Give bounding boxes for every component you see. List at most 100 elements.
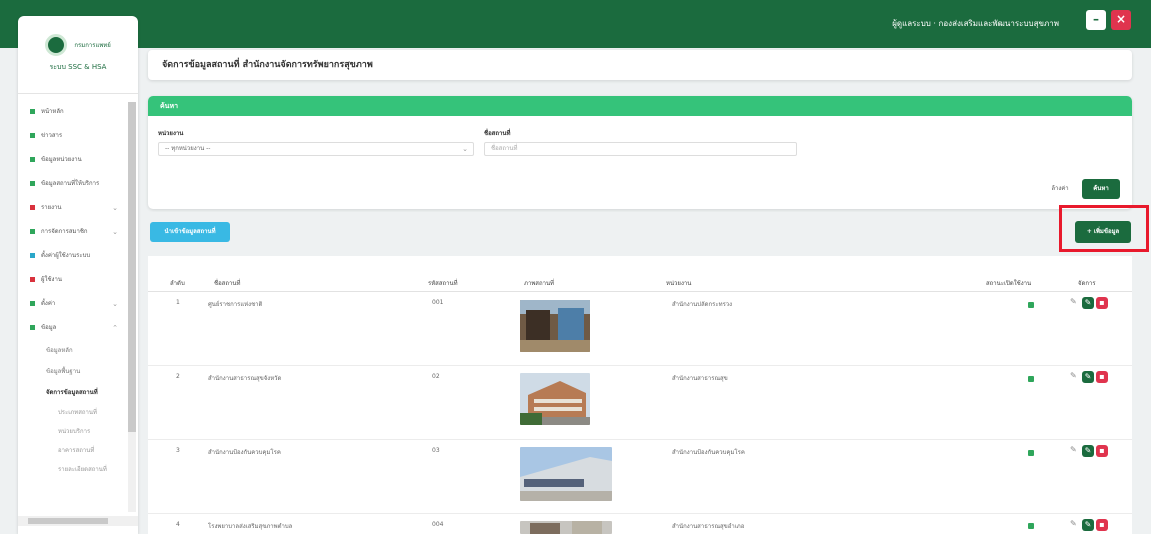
news-icon	[30, 133, 35, 138]
chevron-down-icon: ⌄	[112, 300, 118, 308]
view-icon[interactable]: ✎	[1070, 445, 1077, 454]
sidebar-item-data[interactable]: ข้อมูล ⌃	[18, 316, 138, 340]
row-number: 1	[176, 299, 180, 306]
building-photo-icon	[520, 521, 612, 534]
agency-select-value: -- ทุกหน่วยงาน --	[165, 145, 211, 152]
place-image[interactable]	[520, 447, 612, 501]
sidebar-scrollbar-thumb[interactable]	[128, 102, 136, 432]
column-header[interactable]: รหัสสถานที่	[428, 278, 458, 288]
place-image[interactable]	[520, 521, 612, 534]
building-photo-icon	[520, 373, 590, 425]
agency-label: หน่วยงาน	[158, 130, 184, 137]
sidebar-subsubitem[interactable]: อาคารสถานที่	[18, 441, 138, 460]
sidebar-subsubitem[interactable]: หน่วยบริการ	[18, 422, 138, 441]
agency-name: สำนักงานสาธารณสุขอำเภอ	[672, 523, 745, 530]
sidebar-item-home[interactable]: หน้าหลัก	[18, 100, 138, 124]
active-status-icon[interactable]	[1028, 376, 1034, 382]
sidebar-subsubitem[interactable]: รายละเอียดสถานที่	[18, 460, 138, 479]
chevron-down-icon: ⌄	[112, 204, 118, 212]
column-header[interactable]: ชื่อสถานที่	[214, 278, 240, 288]
sidebar-item-report[interactable]: รายงาน ⌄	[18, 196, 138, 220]
sidebar-item-members[interactable]: การจัดการสมาชิก ⌄	[18, 220, 138, 244]
building-photo-icon	[520, 447, 612, 501]
agency-name: สำนักงานปลัดกระทรวง	[672, 301, 733, 308]
top-bar: ผู้ดูแลระบบ · กองส่งเสริมและพัฒนาระบบสุข…	[0, 0, 1151, 48]
sidebar-subitem-master-data[interactable]: ข้อมูลหลัก	[18, 340, 138, 361]
delete-icon[interactable]: ▪	[1096, 519, 1108, 531]
column-header[interactable]: ลำดับ	[170, 278, 185, 288]
sidebar-item-settings[interactable]: ตั้งค่า ⌄	[18, 292, 138, 316]
column-header[interactable]: จัดการ	[1078, 278, 1096, 288]
search-button[interactable]: ค้นหา	[1082, 179, 1120, 199]
active-status-icon[interactable]	[1028, 523, 1034, 529]
data-icon	[30, 325, 35, 330]
sidebar-horizontal-scrollbar[interactable]	[18, 516, 138, 526]
close-button[interactable]: ×	[1111, 10, 1131, 30]
delete-icon[interactable]: ▪	[1096, 297, 1108, 309]
place-name: สำนักงานป้องกันควบคุมโรค	[208, 449, 281, 456]
active-status-icon[interactable]	[1028, 302, 1034, 308]
view-icon[interactable]: ✎	[1070, 519, 1077, 528]
minimize-button[interactable]: –	[1086, 10, 1106, 30]
sidebar-subitem-manage-place[interactable]: จัดการข้อมูลสถานที่	[18, 382, 138, 403]
place-name: โรงพยาบาลส่งเสริมสุขภาพตำบล	[208, 523, 293, 530]
sidebar-item-user-settings[interactable]: ตั้งค่าผู้ใช้งานระบบ	[18, 244, 138, 268]
building-photo-icon	[520, 300, 590, 352]
place-name: สำนักงานสาธารณสุขจังหวัด	[208, 375, 282, 382]
row-number: 4	[176, 521, 180, 528]
place-image[interactable]	[520, 373, 590, 425]
agency-name: สำนักงานสาธารณสุข	[672, 375, 728, 382]
logo-title: กรมการแพทย์	[74, 42, 111, 49]
table-row[interactable]: 4 โรงพยาบาลส่งเสริมสุขภาพตำบล 004 สำนักง…	[148, 515, 1132, 534]
highlight-annotation	[1059, 205, 1149, 252]
edit-icon[interactable]: ✎	[1082, 445, 1094, 457]
sidebar-item-agency[interactable]: ข้อมูลหน่วยงาน	[18, 148, 138, 172]
sidebar-item-label: การจัดการสมาชิก	[41, 228, 88, 235]
table-row[interactable]: 1 ศูนย์ราชการแห่งชาติ 001 สำนักงานปลัดกร…	[148, 293, 1132, 366]
delete-icon[interactable]: ▪	[1096, 445, 1108, 457]
sidebar-subitem-basic-data[interactable]: ข้อมูลพื้นฐาน	[18, 361, 138, 382]
page-title: จัดการข้อมูลสถานที่ สำนักงานจัดการทรัพยา…	[148, 50, 1132, 80]
edit-icon[interactable]: ✎	[1082, 519, 1094, 531]
place-name-label: ชื่อสถานที่	[484, 130, 511, 137]
sidebar-subsubitem[interactable]: ประเภทสถานที่	[18, 403, 138, 422]
column-header[interactable]: สถานะเปิดใช้งาน	[986, 278, 1031, 288]
column-header[interactable]: หน่วยงาน	[666, 278, 691, 288]
sidebar-item-label: ตั้งค่า	[41, 300, 56, 307]
view-icon[interactable]: ✎	[1070, 371, 1077, 380]
column-header[interactable]: ภาพสถานที่	[524, 278, 554, 288]
active-status-icon[interactable]	[1028, 450, 1034, 456]
sidebar-scrollbar[interactable]	[128, 102, 136, 512]
place-name: ศูนย์ราชการแห่งชาติ	[208, 301, 263, 308]
logo[interactable]: กรมการแพทย์ ระบบ SSC & HSA	[18, 16, 138, 94]
table-row[interactable]: 2 สำนักงานสาธารณสุขจังหวัด 02 สำนักงานสา…	[148, 367, 1132, 440]
view-icon[interactable]: ✎	[1070, 297, 1077, 306]
delete-icon[interactable]: ▪	[1096, 371, 1108, 383]
sidebar-item-users[interactable]: ผู้ใช้งาน	[18, 268, 138, 292]
user-info[interactable]: ผู้ดูแลระบบ · กองส่งเสริมและพัฒนาระบบสุข…	[892, 17, 1059, 30]
row-number: 2	[176, 373, 180, 380]
table-header: ลำดับ ชื่อสถานที่ รหัสสถานที่ ภาพสถานที่…	[148, 274, 1132, 292]
table-row[interactable]: 3 สำนักงานป้องกันควบคุมโรค 03 สำนักงานป้…	[148, 441, 1132, 514]
edit-icon[interactable]: ✎	[1082, 297, 1094, 309]
place-name-input[interactable]: ชื่อสถานที่	[484, 142, 797, 156]
import-button[interactable]: นำเข้าข้อมูลสถานที่	[150, 222, 230, 242]
clear-button[interactable]: ล้างค่า	[1040, 180, 1080, 198]
sidebar-item-label: ข้อมูลหน่วยงาน	[41, 156, 82, 163]
edit-icon[interactable]: ✎	[1082, 371, 1094, 383]
place-code: 004	[432, 521, 444, 528]
sidebar-item-label: ข่าวสาร	[41, 132, 63, 139]
sidebar-item-service-place[interactable]: ข้อมูลสถานที่ให้บริการ	[18, 172, 138, 196]
sidebar-horizontal-scrollbar-thumb[interactable]	[28, 518, 108, 524]
chevron-up-icon: ⌃	[112, 324, 118, 332]
place-image[interactable]	[520, 300, 590, 352]
chevron-down-icon: ⌄	[462, 145, 468, 153]
users-icon	[30, 277, 35, 282]
agency-select[interactable]: -- ทุกหน่วยงาน -- ⌄	[158, 142, 474, 156]
place-code: 03	[432, 447, 440, 454]
table-toolbar: นำเข้าข้อมูลสถานที่ + เพิ่มข้อมูล	[148, 212, 1132, 252]
chevron-down-icon: ⌄	[112, 228, 118, 236]
sidebar-item-news[interactable]: ข่าวสาร	[18, 124, 138, 148]
filter-card: ค้นหา หน่วยงาน -- ทุกหน่วยงาน -- ⌄ ชื่อส…	[148, 96, 1132, 209]
sidebar: กรมการแพทย์ ระบบ SSC & HSA หน้าหลัก ข่าว…	[18, 16, 138, 534]
